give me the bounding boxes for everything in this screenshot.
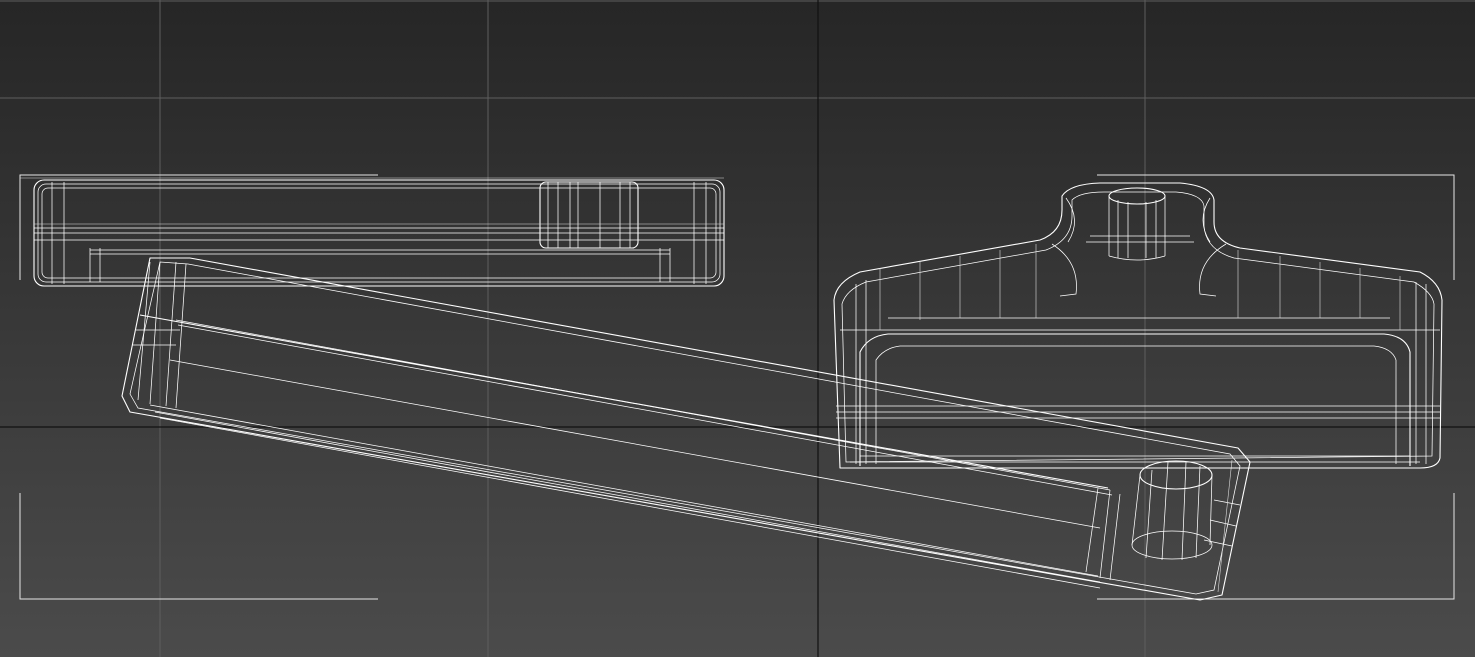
viewport-3d[interactable] <box>0 0 1475 657</box>
viewport-canvas[interactable] <box>0 0 1475 657</box>
